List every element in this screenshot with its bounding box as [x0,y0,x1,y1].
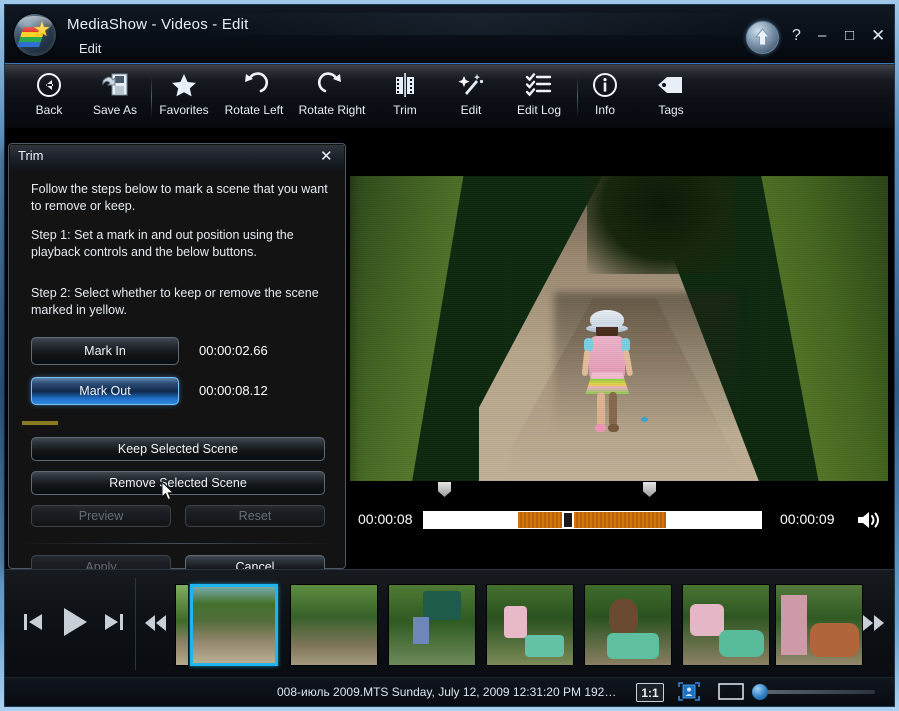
preview-button: Preview [31,505,171,527]
transport-row: 00:00:08 00:00:09 [350,482,888,546]
mark-in-handle-icon[interactable] [438,482,451,497]
orb-gloss [18,16,52,32]
mediashow-orb-icon: ★ [14,14,56,56]
list-item[interactable] [290,584,378,666]
status-file-info: 008-июль 2009.MTS Sunday, July 12, 2009 … [277,685,617,699]
toolbar-label: Tags [658,103,684,117]
toolbar-item-save-as[interactable]: Save As [81,68,149,126]
toolbar-label: Favorites [159,103,209,117]
toolbar-item-favorites[interactable]: Favorites [155,68,213,126]
toolbar-label: Trim [393,103,417,117]
mark-in-button[interactable]: Mark In [31,337,179,365]
maximize-button[interactable]: □ [845,28,854,43]
trim-step1-text: Step 1: Set a mark in and out position u… [31,228,294,259]
toolbar-item-rotate-right[interactable]: Rotate Right [293,68,371,126]
rotate-left-icon [217,68,291,102]
selected-range [518,512,666,528]
list-item[interactable] [486,584,574,666]
rotate-right-icon [293,68,371,102]
toolbar-label: Back [35,103,63,117]
reset-button: Reset [185,505,325,527]
magic-wand-icon [443,68,499,102]
mediashow-window: ★ MediaShow - Videos - Edit Edit ? – □ ✕… [0,0,899,711]
filmstrip-separator [135,578,136,670]
mark-out-time: 00:00:08.12 [199,383,268,398]
trim-step2-text: Step 2: Select whether to keep or remove… [31,286,319,317]
keep-selected-scene-button[interactable]: Keep Selected Scene [31,437,325,461]
video-grain [350,176,888,481]
list-item[interactable] [388,584,476,666]
mark-out-button[interactable]: Mark Out [31,377,179,405]
video-preview[interactable] [350,176,888,481]
timeline-yellow-marker [22,421,58,425]
toolbar-label: Edit [460,103,482,117]
title-bar: ★ MediaShow - Videos - Edit Edit ? – □ ✕ [5,5,894,63]
list-item[interactable] [775,584,863,666]
up-arrow-icon[interactable] [746,21,779,54]
close-button[interactable]: ✕ [871,27,885,44]
speaker-icon[interactable] [856,509,882,536]
toolbar-item-edit[interactable]: Edit [443,68,499,126]
skip-previous-icon[interactable] [19,608,47,636]
fit-to-window-icon[interactable] [678,682,700,701]
list-item[interactable] [584,584,672,666]
trim-dialog-title: Trim [18,148,44,163]
toolbar-separator [151,76,152,118]
play-icon[interactable] [55,603,93,641]
trim-dialog-titlebar [10,145,344,169]
skip-next-icon[interactable] [100,608,128,636]
breadcrumb: Edit [79,41,102,56]
up-arrow-glyph [754,28,771,46]
mark-in-time: 00:00:02.66 [199,343,268,358]
toolbar-label: Rotate Right [298,103,366,117]
back-arrow-icon [19,68,79,102]
seek-track[interactable] [423,511,762,529]
zoom-1-to-1-button[interactable]: 1:1 [636,683,664,702]
mark-out-handle-icon[interactable] [643,482,656,497]
film-trim-icon [377,68,433,102]
fullscreen-icon[interactable] [718,683,744,700]
trim-dialog: Trim ✕ Follow the steps below to mark a … [8,143,346,579]
toolbar-item-info[interactable]: Info [583,68,627,126]
toolbar-item-tags[interactable]: Tags [645,68,697,126]
thumb-partial-left[interactable] [175,584,189,666]
close-icon[interactable]: ✕ [320,147,333,165]
star-icon [155,68,213,102]
total-time: 00:00:09 [780,511,835,527]
rewind-icon[interactable] [142,612,170,634]
toolbar-label: Save As [92,103,138,117]
toolbar-item-edit-log[interactable]: Edit Log [503,68,575,126]
trim-dialog-body: Follow the steps below to mark a scene t… [10,169,344,579]
toolbar-separator [577,76,578,118]
list-item[interactable] [190,584,278,666]
toolbar-label: Info [594,103,615,117]
help-button[interactable]: ? [792,28,801,44]
app-title: MediaShow - Videos - Edit [67,16,249,33]
toolbar-item-trim[interactable]: Trim [377,68,433,126]
info-circle-icon [583,68,627,102]
fast-forward-icon[interactable] [860,612,888,634]
playhead-icon[interactable] [562,511,574,529]
minimize-button[interactable]: – [818,28,826,43]
toolbar-item-back[interactable]: Back [19,68,79,126]
current-time: 00:00:08 [358,511,413,527]
tag-icon [645,68,697,102]
toolbar-label: Rotate Left [224,103,284,117]
zoom-slider-icon[interactable] [755,690,875,694]
filmstrip-bar [5,569,894,678]
save-as-icon [81,68,149,102]
main-toolbar: Back Save As Favorites Rotate Left Rotat… [5,63,894,129]
trim-intro-text: Follow the steps below to mark a scene t… [31,182,328,213]
title-bar-sheen [200,13,760,35]
list-item[interactable] [682,584,770,666]
toolbar-item-rotate-left[interactable]: Rotate Left [217,68,291,126]
toolbar-label: Edit Log [516,103,562,117]
zoom-slider-knob[interactable] [752,684,768,700]
remove-selected-scene-button[interactable]: Remove Selected Scene [31,471,325,495]
checklist-icon [503,68,575,102]
dialog-divider [23,543,333,544]
